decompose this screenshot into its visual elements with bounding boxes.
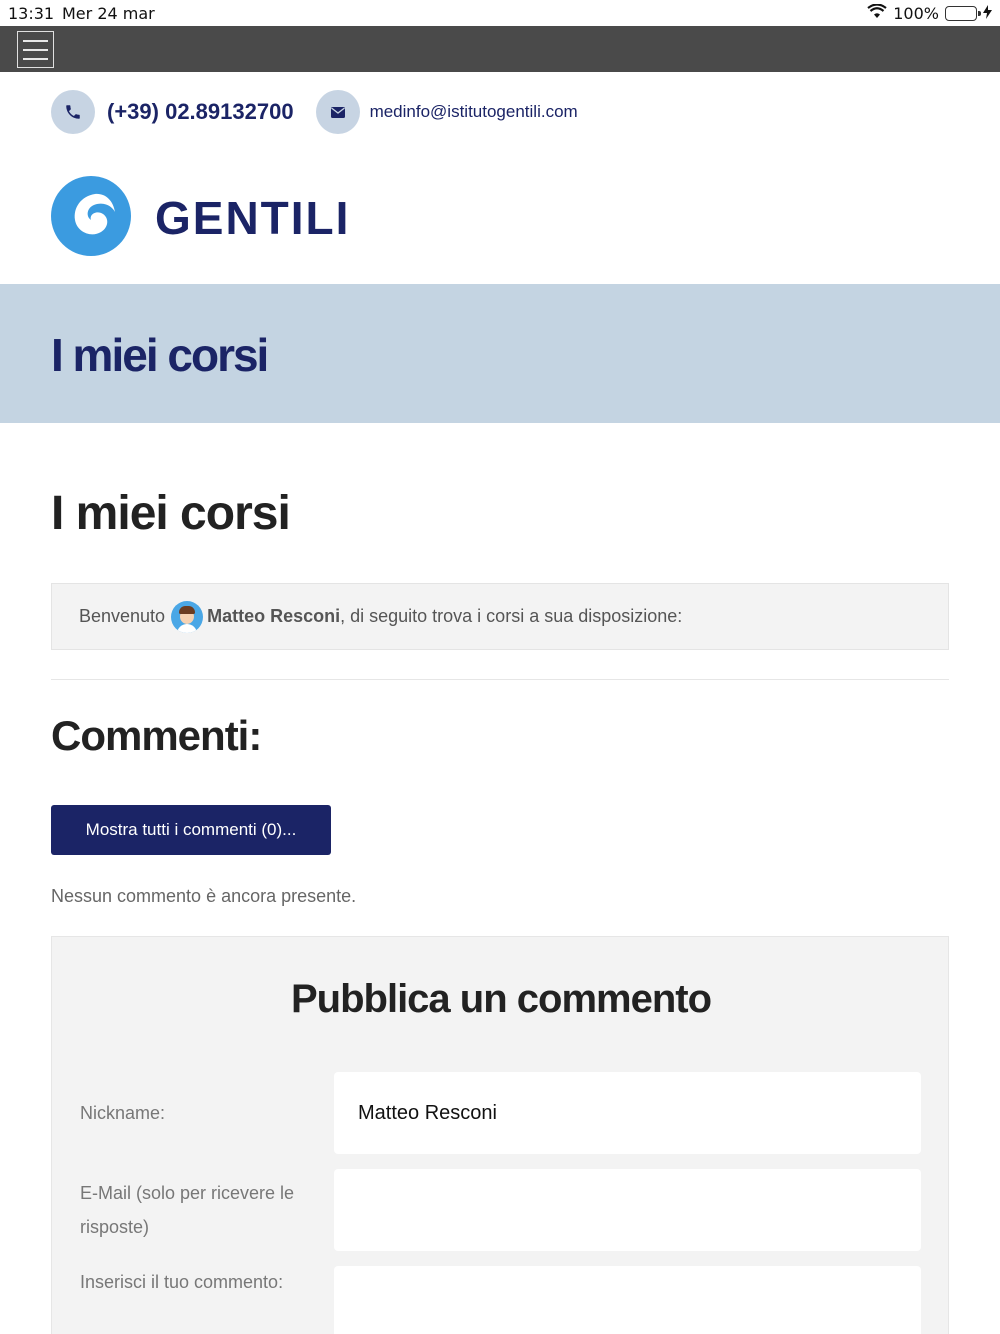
- comments-title: Commenti:: [51, 712, 262, 759]
- status-right: 100%: [867, 3, 992, 23]
- charging-icon: [983, 4, 992, 23]
- welcome-box: Benvenuto Matteo Resconi , di seguito tr…: [51, 583, 949, 650]
- comment-form: Pubblica un commento Nickname: Matteo Re…: [51, 936, 949, 1334]
- banner-title: I miei corsi: [51, 329, 269, 381]
- form-title: Pubblica un commento: [290, 977, 712, 1021]
- battery-icon: [945, 6, 981, 21]
- site-logo[interactable]: GENTILI: [51, 176, 351, 260]
- menu-icon[interactable]: [17, 31, 54, 68]
- page-banner: I miei corsi: [0, 284, 1000, 423]
- logo-text: GENTILI: [155, 192, 351, 244]
- divider: [51, 679, 949, 680]
- phone-icon[interactable]: [51, 90, 95, 134]
- email-label: E-Mail (solo per ricevere le risposte): [80, 1183, 295, 1237]
- welcome-user-name: Matteo Resconi: [207, 606, 341, 626]
- mail-icon[interactable]: [315, 90, 360, 134]
- status-date: Mer 24 mar: [62, 4, 155, 23]
- page-title: I miei corsi: [51, 487, 291, 540]
- wifi-icon: [867, 3, 887, 23]
- logo-mark-icon: [51, 176, 131, 260]
- user-avatar-icon: [171, 600, 204, 633]
- email-field[interactable]: [334, 1169, 921, 1251]
- phone-link[interactable]: (+39) 02.89132700: [107, 99, 294, 125]
- welcome-prefix: Benvenuto: [79, 606, 166, 626]
- show-all-comments-button[interactable]: Mostra tutti i commenti (0)...: [51, 805, 331, 855]
- nickname-field[interactable]: Matteo Resconi: [334, 1072, 921, 1154]
- contact-row: (+39) 02.89132700 medinfo@istitutogentil…: [51, 90, 578, 134]
- comment-label: Inserisci il tuo commento:: [80, 1272, 284, 1292]
- status-bar: 13:31 Mer 24 mar 100%: [0, 0, 1000, 26]
- email-link[interactable]: medinfo@istitutogentili.com: [370, 102, 578, 122]
- status-time: 13:31: [8, 4, 55, 23]
- nickname-label: Nickname:: [80, 1103, 166, 1123]
- no-comments-text: Nessun commento è ancora presente.: [51, 886, 357, 906]
- welcome-suffix: , di seguito trova i corsi a sua disposi…: [340, 606, 683, 626]
- comment-textarea[interactable]: [334, 1266, 921, 1334]
- battery-percent: 100%: [893, 4, 939, 23]
- top-nav-bar: [0, 26, 1000, 72]
